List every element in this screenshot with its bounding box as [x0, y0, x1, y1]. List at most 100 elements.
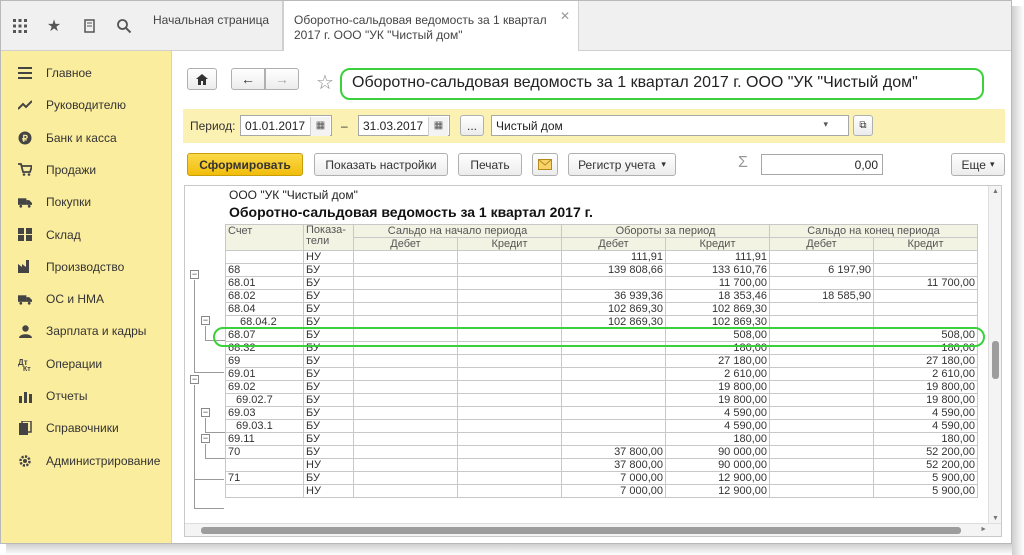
sidebar-item-3[interactable]: ₽ Банк и касса: [1, 122, 171, 154]
calendar-icon[interactable]: ▦: [428, 117, 448, 136]
organization-value: Чистый дом: [496, 119, 563, 133]
cell-oc: [457, 263, 562, 277]
vertical-scrollbar[interactable]: ▲ ▼: [988, 186, 1001, 524]
sidebar-item-11[interactable]: Отчеты: [1, 380, 171, 412]
horizontal-scrollbar[interactable]: ►: [185, 523, 1001, 536]
generate-button[interactable]: Сформировать: [187, 153, 303, 176]
cell-cd: [769, 380, 874, 394]
table-row[interactable]: 69.02 БУ 19 800,00 19 800,00: [225, 380, 978, 394]
sidebar-item-5[interactable]: Покупки: [1, 186, 171, 218]
more-button[interactable]: Еще ▾: [951, 153, 1005, 176]
table-row[interactable]: 69.03.1 БУ 4 590,00 4 590,00: [225, 419, 978, 433]
sidebar-item-label: Операции: [46, 356, 103, 371]
sidebar-item-13[interactable]: Администрирование: [1, 445, 171, 477]
table-row[interactable]: НУ 37 800,00 90 000,00 52 200,00: [225, 458, 978, 472]
cell-cd: [769, 328, 874, 342]
period-from-field[interactable]: 01.01.2017 ▦: [240, 115, 332, 136]
sidebar-item-10[interactable]: Дт Кт Операции: [1, 348, 171, 380]
col-credit-header: Кредит: [873, 237, 978, 251]
table-row[interactable]: 68 БУ 139 808,66 133 610,76 6 197,90: [225, 263, 978, 277]
cell-cc: 5 900,00: [873, 484, 978, 498]
home-button[interactable]: [187, 68, 217, 90]
collapse-group-68.04-icon[interactable]: −: [201, 316, 210, 325]
period-select-button[interactable]: ...: [460, 115, 484, 136]
cell-cd: [769, 367, 874, 381]
cell-tc: 11 700,00: [665, 276, 770, 290]
collapse-group-68-icon[interactable]: −: [190, 270, 199, 279]
table-row[interactable]: 68.32 БУ 180,00 180,00: [225, 341, 978, 355]
cell-cd: [769, 354, 874, 368]
table-row[interactable]: 69.02.7 БУ 19 800,00 19 800,00: [225, 393, 978, 407]
print-button[interactable]: Печать: [458, 153, 522, 176]
warehouse-icon: [18, 228, 32, 242]
sidebar-item-4[interactable]: Продажи: [1, 154, 171, 186]
scroll-right-icon[interactable]: ►: [980, 526, 987, 533]
history-icon[interactable]: [81, 18, 99, 36]
cell-account: 69.03.1: [225, 419, 304, 433]
cell-cd: [769, 419, 874, 433]
tab-report[interactable]: Оборотно-сальдовая ведомость за 1 кварта…: [283, 1, 579, 52]
cell-oc: [457, 328, 562, 342]
favorite-star-icon[interactable]: ☆: [316, 70, 334, 95]
cell-ind: БУ: [303, 276, 354, 290]
horizontal-scroll-thumb[interactable]: [201, 527, 961, 534]
table-row[interactable]: 68.04 БУ 102 869,30 102 869,30: [225, 302, 978, 316]
home-icon: [196, 73, 208, 85]
table-row[interactable]: 69.03 БУ 4 590,00 4 590,00: [225, 406, 978, 420]
dropdown-arrow-icon: ▾: [989, 159, 995, 169]
forward-button[interactable]: →: [265, 68, 299, 90]
table-row[interactable]: 71 БУ 7 000,00 12 900,00 5 900,00: [225, 471, 978, 485]
cell-cc: 2 610,00: [873, 367, 978, 381]
organization-field[interactable]: Чистый дом ▾: [491, 115, 849, 136]
sidebar-item-9[interactable]: Зарплата и кадры: [1, 315, 171, 347]
open-organization-button[interactable]: ⧉: [853, 115, 873, 136]
cell-cc: [873, 250, 978, 264]
table-row[interactable]: НУ 7 000,00 12 900,00 5 900,00: [225, 484, 978, 498]
cell-td: 37 800,00: [561, 445, 666, 459]
back-button[interactable]: ←: [231, 68, 265, 90]
table-row[interactable]: 68.07 БУ 508,00 508,00: [225, 328, 978, 342]
sidebar-item-label: Справочники: [46, 421, 119, 436]
sidebar-item-7[interactable]: Производство: [1, 251, 171, 283]
scroll-up-icon[interactable]: ▲: [992, 188, 999, 195]
cell-ind: БУ: [303, 445, 354, 459]
sidebar-item-2[interactable]: Руководителю: [1, 89, 171, 121]
cell-od: [353, 380, 458, 394]
scroll-down-icon[interactable]: ▼: [992, 515, 999, 522]
cell-account: 68.07: [225, 328, 304, 342]
close-icon[interactable]: ✕: [560, 9, 570, 24]
collapse-group-69.02-icon[interactable]: −: [201, 408, 210, 417]
sidebar-item-8[interactable]: ОС и НМА: [1, 283, 171, 315]
sum-field[interactable]: 0,00: [761, 154, 883, 175]
top-bar: ★ Начальная страница Оборотно-сальдовая …: [1, 1, 1011, 52]
tab-home[interactable]: Начальная страница: [143, 1, 283, 51]
sidebar-item-label: Производство: [46, 259, 125, 274]
dropdown-arrow-icon[interactable]: ▾: [823, 119, 828, 130]
period-to-field[interactable]: 31.03.2017 ▦: [358, 115, 450, 136]
vertical-scroll-thumb[interactable]: [992, 341, 999, 379]
cell-tc: 4 590,00: [665, 419, 770, 433]
table-row[interactable]: НУ 111,91 111,91: [225, 250, 978, 264]
account-register-button[interactable]: Регистр учета ▾: [568, 153, 676, 176]
table-row[interactable]: 68.04.2 БУ 102 869,30 102 869,30: [225, 315, 978, 329]
apps-grid-icon[interactable]: [11, 18, 29, 36]
table-row[interactable]: 68.02 БУ 36 939,36 18 353,46 18 585,90: [225, 289, 978, 303]
calendar-icon[interactable]: ▦: [310, 117, 330, 136]
cell-account: 68.04: [225, 302, 304, 316]
collapse-group-69.03-icon[interactable]: −: [201, 434, 210, 443]
table-row[interactable]: 69 БУ 27 180,00 27 180,00: [225, 354, 978, 368]
sidebar-item-1[interactable]: Главное: [1, 57, 171, 89]
sidebar-item-12[interactable]: Справочники: [1, 412, 171, 444]
table-row[interactable]: 68.01 БУ 11 700,00 11 700,00: [225, 276, 978, 290]
table-row[interactable]: 69.11 БУ 180,00 180,00: [225, 432, 978, 446]
search-icon[interactable]: [115, 18, 133, 36]
cell-tc: 18 353,46: [665, 289, 770, 303]
collapse-group-69-icon[interactable]: −: [190, 375, 199, 384]
show-settings-button[interactable]: Показать настройки: [314, 153, 448, 176]
send-email-button[interactable]: [532, 153, 558, 176]
page-title: Оборотно-сальдовая ведомость за 1 кварта…: [340, 68, 984, 100]
table-row[interactable]: 69.01 БУ 2 610,00 2 610,00: [225, 367, 978, 381]
table-row[interactable]: 70 БУ 37 800,00 90 000,00 52 200,00: [225, 445, 978, 459]
sidebar-item-6[interactable]: Склад: [1, 219, 171, 251]
favorites-star-icon[interactable]: ★: [45, 18, 63, 36]
